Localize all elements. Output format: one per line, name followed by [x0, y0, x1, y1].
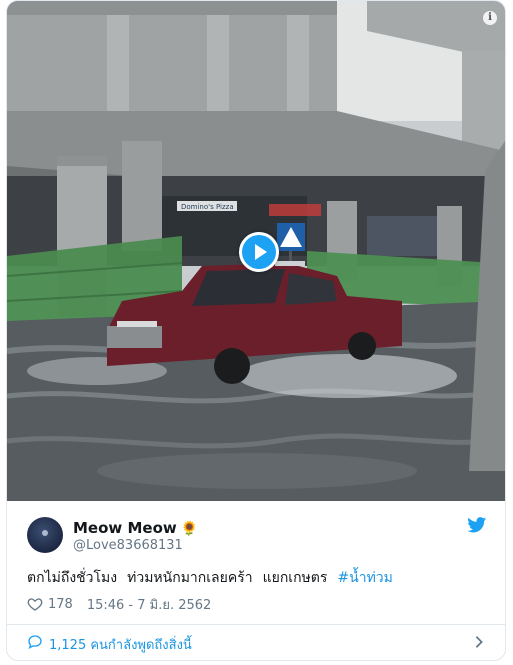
tweet-text-part: แยกเกษตร — [262, 570, 328, 586]
conversation-link[interactable]: 1,125 คนกำลังพูดถึงสิ่งนี้ — [49, 634, 192, 655]
tweet-text-part: ตกไม่ถึงชั่วโมง — [27, 570, 118, 586]
play-button[interactable] — [239, 232, 279, 272]
twitter-bird-icon[interactable] — [467, 517, 487, 533]
conversation-footer[interactable]: 1,125 คนกำลังพูดถึงสิ่งนี้ — [7, 625, 505, 660]
tweet-card: Domino's Pizza i Meow Meow 🌻 @Love836681… — [6, 0, 506, 661]
heart-icon[interactable] — [27, 596, 43, 612]
info-icon[interactable]: i — [483, 11, 497, 25]
tweet-text: ตกไม่ถึงชั่วโมง ท่วมหนักมากเลยคร้า แยกเกษต… — [27, 568, 487, 588]
display-name-text: Meow Meow — [73, 519, 177, 537]
tweet-meta: 178 15:46 - 7 มิ.ย. 2562 — [27, 594, 211, 614]
video-media[interactable]: Domino's Pizza i — [7, 1, 505, 501]
user-handle[interactable]: @Love83668131 — [73, 538, 183, 553]
play-icon — [242, 235, 276, 269]
tweet-text-part: ท่วมหนักมากเลยคร้า — [127, 570, 253, 586]
like-count[interactable]: 178 — [48, 597, 73, 612]
timestamp[interactable]: 15:46 - 7 มิ.ย. 2562 — [87, 594, 212, 615]
sunflower-emoji: 🌻 — [180, 521, 199, 537]
chevron-right-icon[interactable] — [473, 635, 485, 649]
chat-bubble-icon — [28, 635, 42, 650]
display-name[interactable]: Meow Meow 🌻 — [73, 519, 198, 537]
storefront-sign: Domino's Pizza — [181, 203, 234, 211]
avatar[interactable] — [27, 517, 63, 553]
tweet-header: Meow Meow 🌻 @Love83668131 — [27, 515, 487, 559]
hashtag-link[interactable]: #น้ำท่วม — [337, 570, 392, 586]
